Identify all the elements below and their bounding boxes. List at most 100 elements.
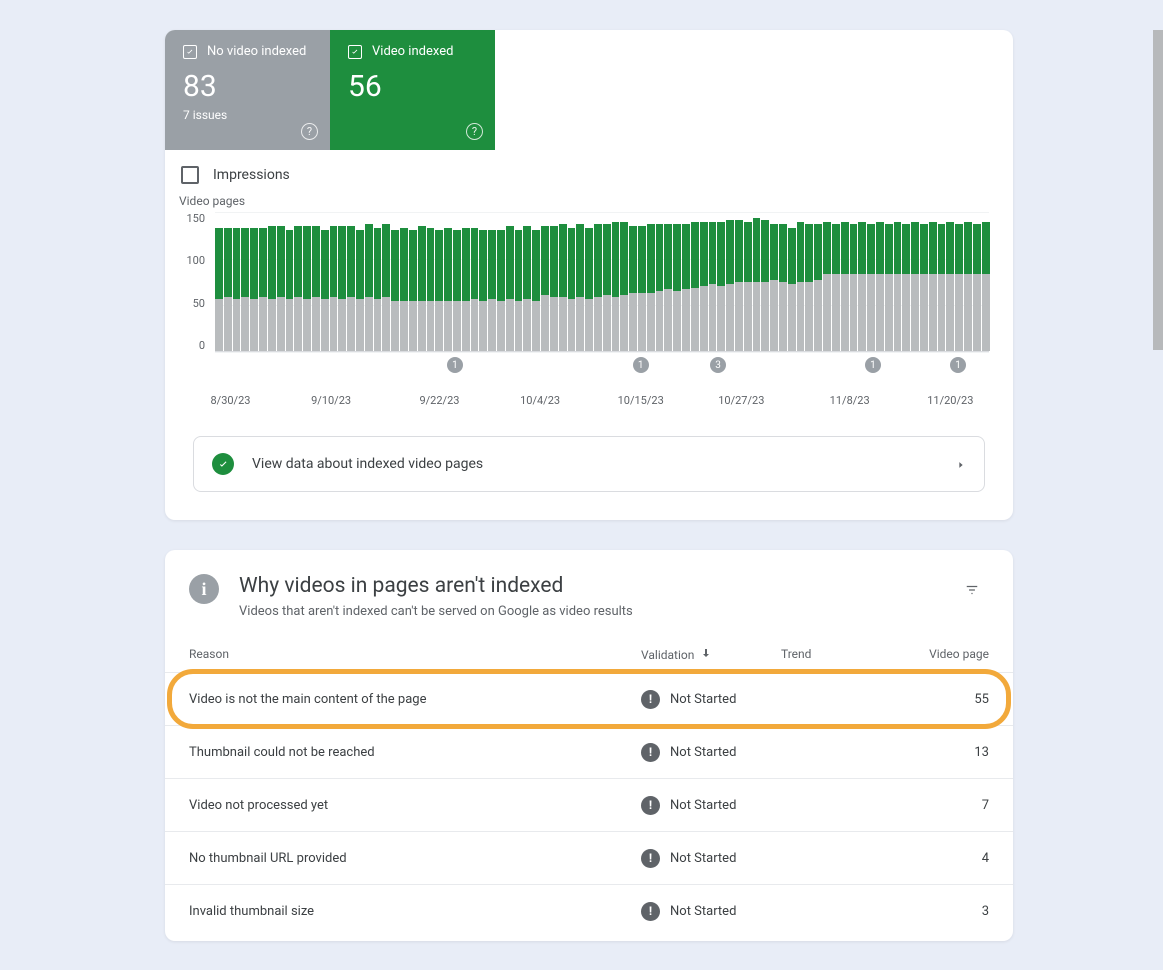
event-marker[interactable]: 3 [710, 357, 726, 373]
bar[interactable] [682, 224, 690, 351]
bar[interactable] [744, 222, 752, 351]
bar[interactable] [312, 226, 320, 351]
bar[interactable] [241, 228, 249, 351]
bar[interactable] [673, 224, 681, 351]
bar[interactable] [700, 222, 708, 351]
col-reason[interactable]: Reason [189, 647, 641, 662]
bar[interactable] [215, 228, 223, 351]
help-icon[interactable]: ? [466, 123, 483, 140]
event-marker[interactable]: 1 [950, 357, 966, 373]
view-indexed-data-button[interactable]: View data about indexed video pages [193, 436, 985, 492]
bar[interactable] [647, 224, 655, 351]
bar[interactable] [717, 222, 725, 351]
bar[interactable] [224, 228, 232, 351]
bar[interactable] [946, 222, 954, 351]
summary-no-video-indexed[interactable]: No video indexed 83 7 issues ? [165, 30, 330, 150]
bar[interactable] [488, 230, 496, 351]
bar[interactable] [347, 226, 355, 351]
bar[interactable] [612, 222, 620, 351]
bar[interactable] [894, 222, 902, 351]
bar[interactable] [523, 226, 531, 351]
bar[interactable] [964, 222, 972, 351]
bar[interactable] [770, 224, 778, 351]
event-marker[interactable]: 1 [865, 357, 881, 373]
bar[interactable] [973, 224, 981, 351]
bar[interactable] [286, 230, 294, 351]
table-row[interactable]: Invalid thumbnail size!Not Started3 [165, 884, 1013, 937]
bar[interactable] [885, 224, 893, 351]
bar[interactable] [841, 222, 849, 351]
bar[interactable] [585, 228, 593, 351]
bar[interactable] [832, 224, 840, 351]
bar[interactable] [391, 230, 399, 351]
bar[interactable] [620, 222, 628, 351]
bar[interactable] [435, 230, 443, 351]
bar[interactable] [902, 224, 910, 351]
bar[interactable] [303, 226, 311, 351]
bar[interactable] [823, 222, 831, 351]
bar[interactable] [418, 226, 426, 351]
bar[interactable] [726, 220, 734, 351]
bar[interactable] [259, 228, 267, 351]
bar[interactable] [506, 226, 514, 351]
bar[interactable] [233, 228, 241, 351]
bar[interactable] [867, 224, 875, 351]
col-pages[interactable]: Video page [917, 647, 989, 662]
bar[interactable] [850, 224, 858, 351]
scrollbar-track[interactable] [1153, 30, 1163, 970]
bar[interactable] [250, 228, 258, 351]
filter-icon[interactable] [955, 574, 989, 609]
bar[interactable] [797, 222, 805, 351]
bar[interactable] [929, 222, 937, 351]
bar[interactable] [338, 226, 346, 351]
table-row[interactable]: Thumbnail could not be reached!Not Start… [165, 725, 1013, 778]
bar[interactable] [515, 230, 523, 351]
table-row[interactable]: No thumbnail URL provided!Not Started4 [165, 831, 1013, 884]
col-validation[interactable]: Validation [641, 647, 781, 662]
bar[interactable] [753, 218, 761, 351]
bar[interactable] [938, 224, 946, 351]
bar[interactable] [294, 226, 302, 351]
col-trend[interactable]: Trend [781, 647, 917, 662]
bar[interactable] [268, 226, 276, 351]
bar[interactable] [629, 226, 637, 351]
checkbox-video-indexed[interactable] [348, 45, 362, 59]
bar[interactable] [330, 226, 338, 351]
bar[interactable] [955, 224, 963, 351]
bar[interactable] [664, 224, 672, 351]
bar[interactable] [462, 228, 470, 351]
bar[interactable] [603, 224, 611, 351]
bar[interactable] [400, 228, 408, 351]
bar[interactable] [550, 226, 558, 351]
bar[interactable] [541, 226, 549, 351]
bar[interactable] [321, 230, 329, 351]
bar[interactable] [532, 230, 540, 351]
bar[interactable] [559, 224, 567, 351]
bar[interactable] [761, 220, 769, 351]
bar[interactable] [656, 224, 664, 351]
bar[interactable] [382, 224, 390, 351]
bar[interactable] [982, 222, 990, 351]
event-marker[interactable]: 1 [447, 357, 463, 373]
bar[interactable] [568, 228, 576, 351]
bar[interactable] [356, 230, 364, 351]
bar[interactable] [779, 224, 787, 351]
checkbox-no-video-indexed[interactable] [183, 45, 197, 59]
bar[interactable] [409, 230, 417, 351]
scrollbar-thumb[interactable] [1153, 30, 1163, 350]
bar[interactable] [691, 222, 699, 351]
event-marker[interactable]: 1 [633, 357, 649, 373]
bar[interactable] [709, 222, 717, 351]
table-row[interactable]: Video not processed yet!Not Started7 [165, 778, 1013, 831]
bar[interactable] [277, 226, 285, 351]
bar[interactable] [453, 230, 461, 351]
bar[interactable] [876, 222, 884, 351]
bar[interactable] [471, 228, 479, 351]
checkbox-impressions[interactable] [181, 166, 199, 184]
bar[interactable] [638, 226, 646, 351]
table-row[interactable]: Video is not the main content of the pag… [165, 672, 1013, 725]
bar[interactable] [858, 222, 866, 351]
bar[interactable] [374, 228, 382, 351]
bar[interactable] [805, 224, 813, 351]
bar[interactable] [788, 228, 796, 351]
